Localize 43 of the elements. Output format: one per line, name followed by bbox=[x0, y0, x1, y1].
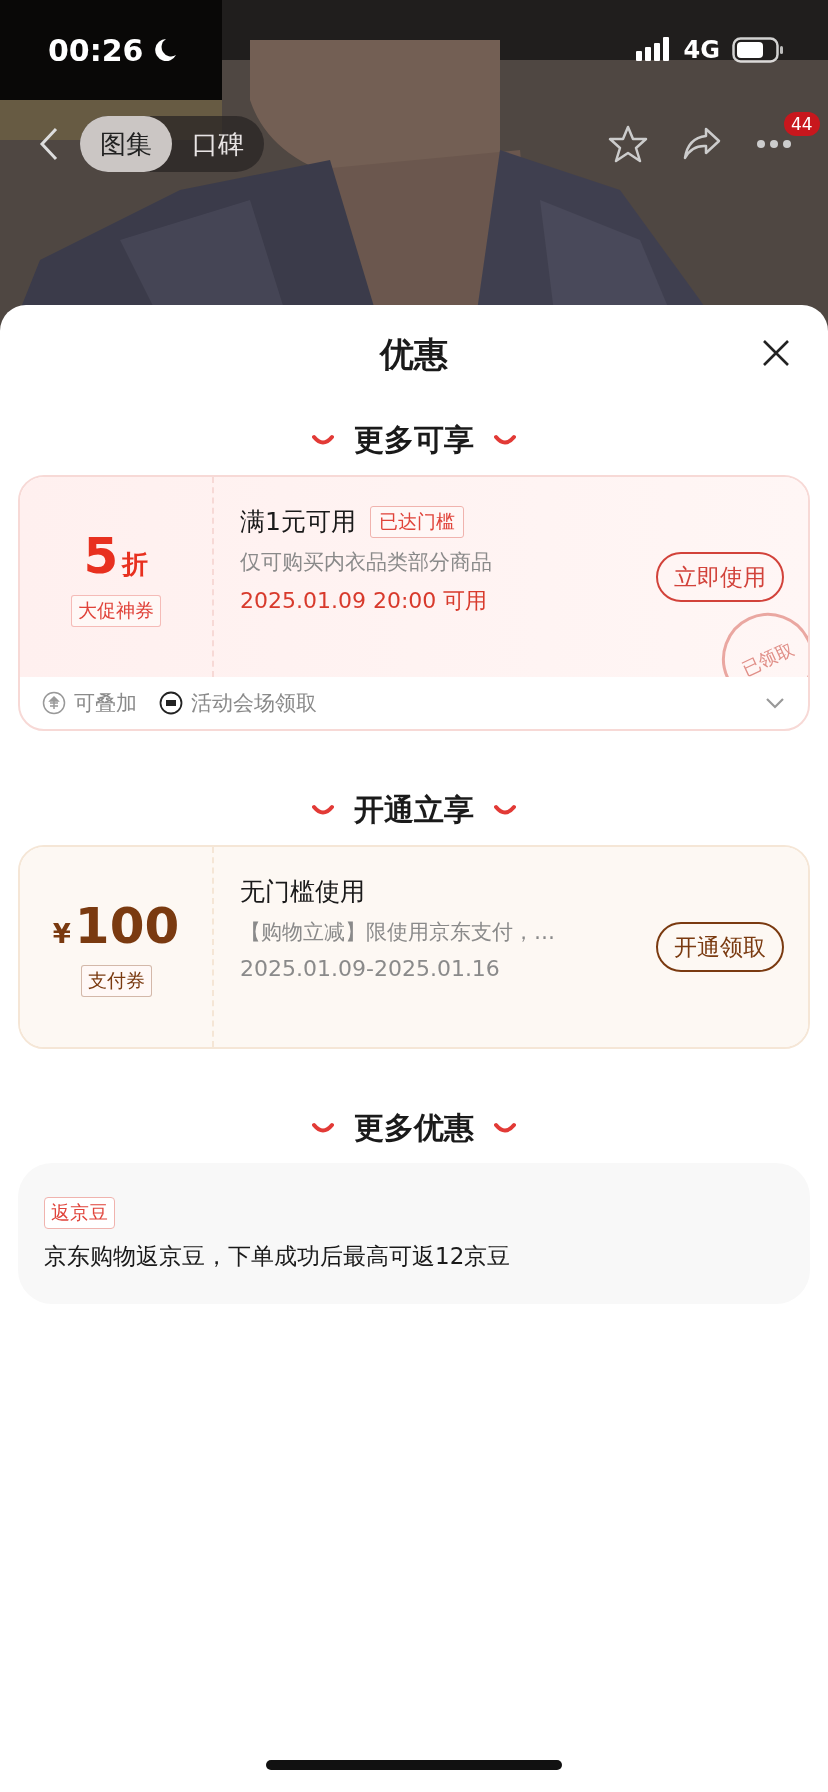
star-icon[interactable] bbox=[608, 124, 648, 164]
coupon-feature: 活动会场领取 bbox=[191, 690, 317, 717]
network-label: 4G bbox=[683, 36, 720, 64]
more-icon[interactable] bbox=[756, 139, 792, 149]
threshold-tag: 已达门槛 bbox=[369, 505, 464, 538]
section-title: 更多优惠 bbox=[354, 1108, 474, 1147]
smile-icon bbox=[494, 434, 516, 446]
signal-icon bbox=[635, 37, 672, 63]
back-icon[interactable] bbox=[38, 126, 60, 162]
coupon-date: 2025.01.09-2025.01.16 bbox=[240, 956, 501, 981]
close-icon[interactable] bbox=[762, 339, 790, 367]
smile-icon bbox=[494, 1122, 516, 1134]
section-title: 更多可享 bbox=[354, 420, 474, 459]
smile-icon bbox=[494, 804, 516, 816]
coupon-description: 【购物立减】限使用京东支付，… bbox=[240, 919, 556, 946]
coupon-amount: 100 bbox=[74, 897, 180, 955]
coupon-button[interactable]: 立即使用 bbox=[656, 552, 784, 602]
section-title: 开通立享 bbox=[354, 790, 474, 829]
smile-icon bbox=[312, 1122, 334, 1134]
share-icon[interactable] bbox=[682, 126, 722, 162]
coupon-title: 无门槛使用 bbox=[240, 876, 365, 908]
battery-icon bbox=[732, 37, 784, 63]
stack-icon bbox=[42, 691, 66, 715]
coupon-description: 仅可购买内衣品类部分商品 bbox=[240, 549, 493, 576]
status-time: 00:26 bbox=[48, 32, 144, 68]
tab[interactable]: 口碑 bbox=[172, 116, 264, 172]
offer-tag: 返京豆 bbox=[44, 1197, 115, 1229]
coupon-title: 满1元可用 bbox=[240, 506, 356, 538]
coupon-button[interactable]: 开通领取 bbox=[656, 922, 784, 972]
smile-icon bbox=[312, 434, 334, 446]
chevron-icon[interactable] bbox=[764, 696, 786, 710]
ticket-icon bbox=[159, 691, 183, 715]
sheet-title: 优惠 bbox=[380, 333, 448, 376]
coupon-amount: 5 bbox=[83, 527, 119, 585]
coupon-date: 2025.01.09 20:00 可用 bbox=[240, 587, 489, 615]
coupon-unit: 折 bbox=[122, 548, 149, 581]
currency-symbol: ¥ bbox=[52, 919, 71, 949]
coupon-feature: 可叠加 bbox=[74, 690, 137, 717]
coupon-tag: 大促神券 bbox=[71, 595, 161, 627]
tab[interactable]: 图集 bbox=[80, 116, 172, 172]
offer-text: 京东购物返京豆，下单成功后最高可返12京豆 bbox=[44, 1242, 511, 1271]
coupon-tag: 支付券 bbox=[80, 965, 152, 997]
smile-icon bbox=[312, 804, 334, 816]
